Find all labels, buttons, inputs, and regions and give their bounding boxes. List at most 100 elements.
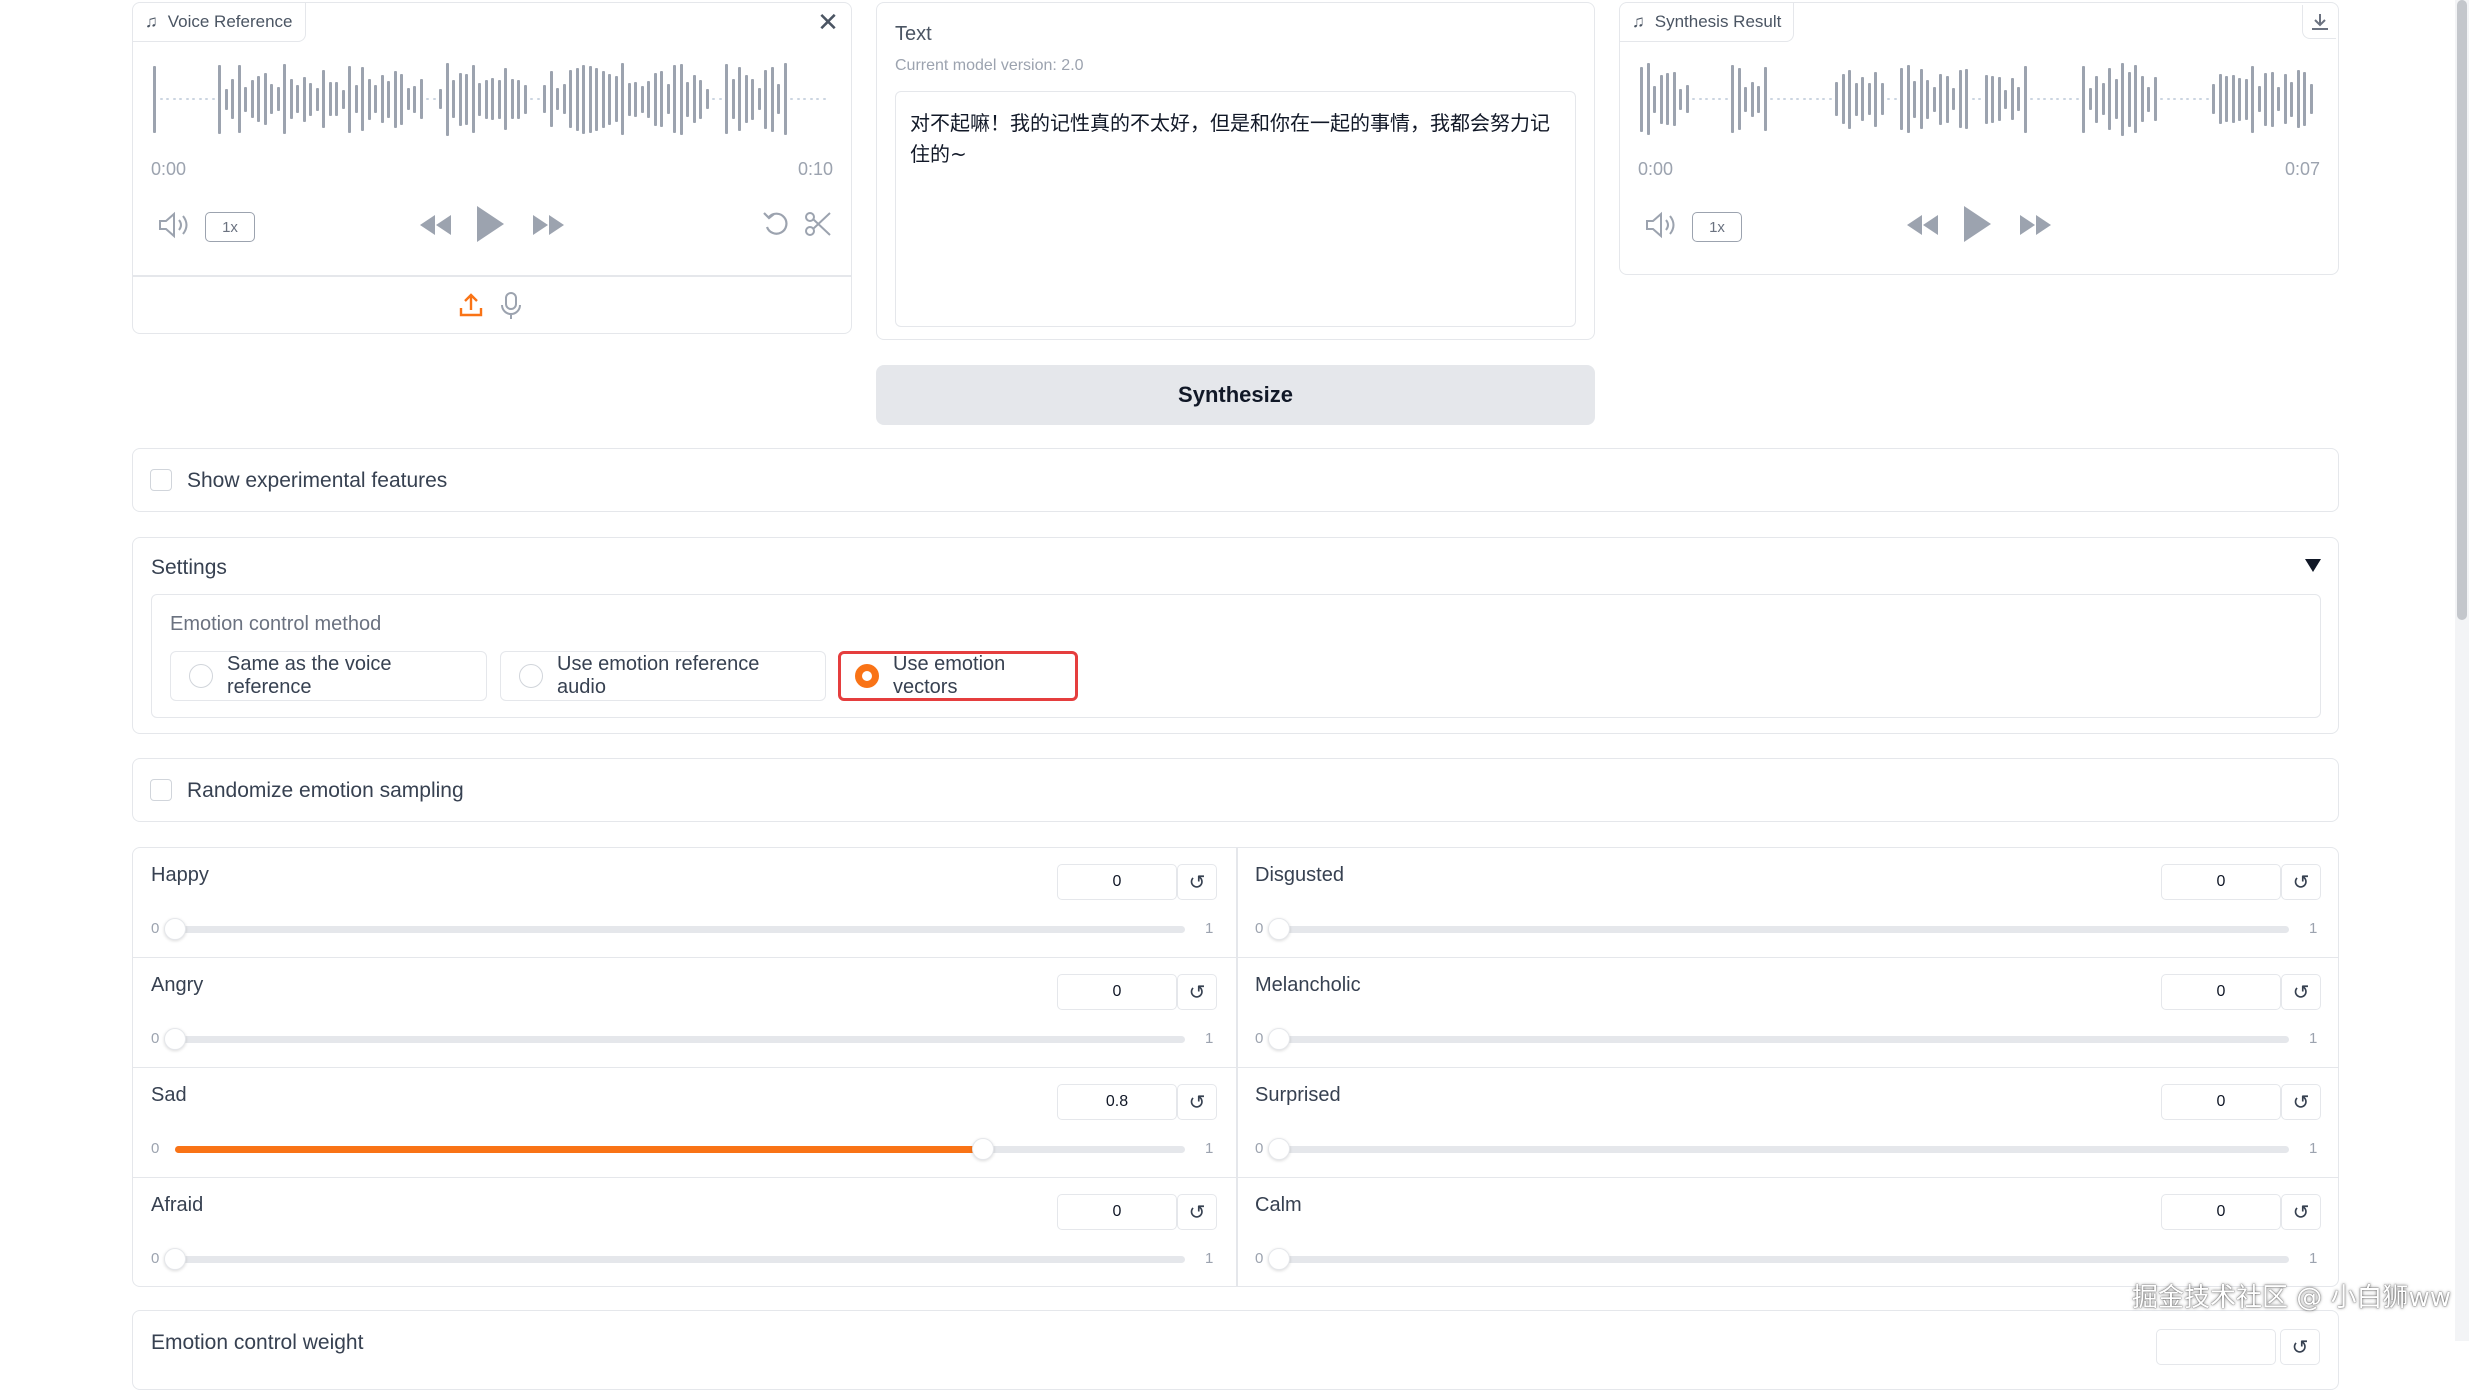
- playback-speed-button[interactable]: 1x: [205, 212, 255, 242]
- emotion-slider-thumb[interactable]: [1268, 1138, 1290, 1160]
- download-icon[interactable]: [2302, 5, 2336, 39]
- scissors-icon[interactable]: [803, 209, 835, 241]
- waveform-bar: [705, 89, 709, 109]
- reset-icon[interactable]: ↺: [2280, 1329, 2320, 1365]
- waveform-bar: [640, 85, 644, 113]
- emotion-slider-track[interactable]: [1268, 1138, 2289, 1160]
- waveform-bar: [1841, 74, 1845, 124]
- waveform-bar: [484, 79, 488, 119]
- emotion-value-input[interactable]: 0: [1057, 864, 1177, 900]
- emotion-slider-thumb[interactable]: [972, 1138, 994, 1160]
- collapse-triangle-icon[interactable]: [2304, 556, 2324, 576]
- reset-icon[interactable]: ↺: [2281, 1084, 2321, 1120]
- randomize-emotion-checkbox[interactable]: [150, 779, 172, 801]
- option-same-as-voice-reference[interactable]: Same as the voice reference: [170, 651, 487, 701]
- text-label: Text: [895, 23, 932, 45]
- emotion-slider-thumb[interactable]: [164, 1248, 186, 1270]
- undo-icon[interactable]: [761, 209, 793, 241]
- experimental-features-checkbox[interactable]: [150, 469, 172, 491]
- emotion-slider-track[interactable]: [164, 1248, 1185, 1270]
- rewind-icon[interactable]: [1904, 211, 1944, 241]
- waveform-bar: [523, 84, 527, 114]
- fast-forward-icon[interactable]: [2016, 211, 2056, 241]
- waveform-bar: [2030, 98, 2033, 100]
- waveform-bar: [1789, 98, 1793, 100]
- emotion-value-input[interactable]: 0: [2161, 974, 2281, 1010]
- reset-icon[interactable]: ↺: [1177, 1194, 1217, 1230]
- reset-icon[interactable]: ↺: [1177, 974, 1217, 1010]
- option-label: Use emotion vectors: [893, 653, 1006, 698]
- waveform-bar: [1880, 83, 1884, 115]
- emotion-value-input[interactable]: 0: [2161, 1084, 2281, 1120]
- synthesize-button[interactable]: Synthesize: [876, 365, 1595, 425]
- waveform-bar: [2153, 77, 2157, 121]
- waveform-bar: [406, 88, 410, 110]
- voice-reference-waveform[interactable]: [153, 57, 833, 141]
- upload-icon[interactable]: [457, 291, 487, 321]
- reset-icon[interactable]: ↺: [2281, 864, 2321, 900]
- option-use-emotion-vectors[interactable]: Use emotion vectors: [838, 651, 1078, 701]
- slider-min: 0: [1255, 920, 1264, 937]
- waveform-bar: [1757, 85, 1760, 113]
- play-icon[interactable]: [1960, 203, 1996, 247]
- rewind-icon[interactable]: [417, 211, 457, 241]
- emotion-control-weight-input[interactable]: [2156, 1329, 2276, 1365]
- waveform-bar: [621, 63, 624, 135]
- emotion-value-input[interactable]: 0: [2161, 864, 2281, 900]
- waveform-bar: [1887, 98, 1890, 100]
- waveform-bar: [1796, 98, 1799, 100]
- waveform-bar: [1867, 83, 1871, 115]
- slider-min: 0: [1255, 1030, 1264, 1047]
- radio-use-emotion-reference-audio[interactable]: [519, 664, 543, 688]
- emotion-value-input[interactable]: 0: [1057, 1194, 1177, 1230]
- radio-same-as-voice-reference[interactable]: [189, 664, 213, 688]
- emotion-slider-thumb[interactable]: [164, 918, 186, 940]
- emotion-slider-track[interactable]: [1268, 1248, 2289, 1270]
- emotion-slider-thumb[interactable]: [164, 1028, 186, 1050]
- waveform-bar: [289, 79, 293, 119]
- radio-use-emotion-vectors[interactable]: [855, 664, 879, 688]
- page-scrollbar[interactable]: [2455, 0, 2469, 1341]
- waveform-bar: [2296, 70, 2300, 128]
- emotion-slider-track[interactable]: [1268, 918, 2289, 940]
- synthesize-button-label: Synthesize: [1178, 382, 1293, 407]
- scrollbar-thumb[interactable]: [2457, 0, 2467, 620]
- emotion-value-input[interactable]: 0: [2161, 1194, 2281, 1230]
- microphone-icon[interactable]: [497, 291, 527, 321]
- emotion-slider-track[interactable]: [1268, 1028, 2289, 1050]
- emotion-slider-thumb[interactable]: [1268, 1028, 1290, 1050]
- text-input[interactable]: 对不起嘛！我的记性真的不太好，但是和你在一起的事情，我都会努力记住的~: [895, 91, 1576, 327]
- emotion-value-input[interactable]: 0.8: [1057, 1084, 1177, 1120]
- close-icon[interactable]: ✕: [813, 7, 843, 37]
- waveform-bar: [653, 72, 657, 126]
- settings-title[interactable]: Settings: [151, 556, 227, 580]
- play-icon[interactable]: [473, 203, 509, 247]
- emotion-value-input[interactable]: 0: [1057, 974, 1177, 1010]
- waveform-bar: [257, 76, 260, 122]
- emotion-slider-track[interactable]: [164, 918, 1185, 940]
- reset-icon[interactable]: ↺: [2281, 1194, 2321, 1230]
- waveform-bar: [634, 81, 637, 117]
- waveform-bar: [1679, 88, 1682, 110]
- emotion-slider-track[interactable]: [175, 1138, 1185, 1160]
- playback-speed-button[interactable]: 1x: [1692, 212, 1742, 242]
- fast-forward-icon[interactable]: [529, 211, 569, 241]
- waveform-bar: [588, 65, 592, 133]
- waveform-bar: [809, 98, 813, 100]
- volume-icon[interactable]: [1644, 211, 1680, 241]
- emotion-name: Sad: [151, 1084, 187, 1106]
- waveform-bar: [465, 73, 468, 125]
- option-use-emotion-reference-audio[interactable]: Use emotion reference audio: [500, 651, 826, 701]
- emotion-slider-thumb[interactable]: [1268, 918, 1290, 940]
- volume-icon[interactable]: [157, 211, 193, 241]
- waveform-bar: [1653, 85, 1656, 113]
- emotion-slider-track[interactable]: [164, 1028, 1185, 1050]
- reset-icon[interactable]: ↺: [1177, 1084, 1217, 1120]
- reset-icon[interactable]: ↺: [1177, 864, 1217, 900]
- waveform-bar: [2010, 78, 2014, 120]
- reset-icon[interactable]: ↺: [2281, 974, 2321, 1010]
- emotion-slider-thumb[interactable]: [1268, 1248, 1290, 1270]
- waveform-bar: [1913, 80, 1916, 118]
- waveform-bar: [1692, 98, 1695, 100]
- synthesis-result-waveform[interactable]: [1640, 57, 2320, 141]
